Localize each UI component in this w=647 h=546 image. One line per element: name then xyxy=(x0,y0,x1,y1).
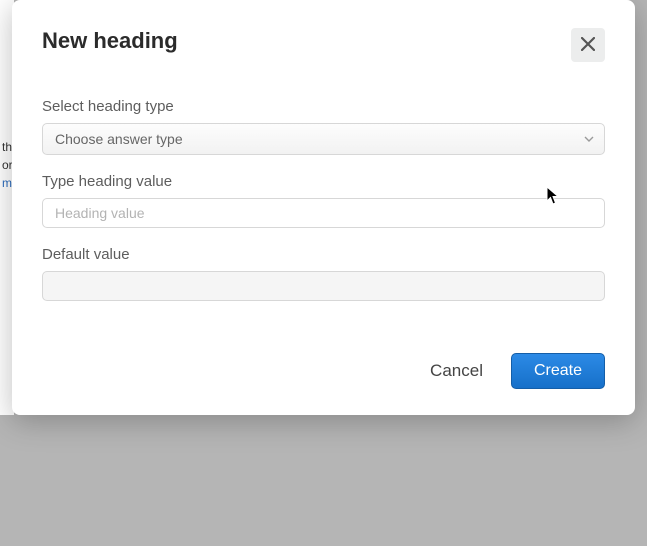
heading-value-input[interactable] xyxy=(42,198,605,228)
modal-footer: Cancel Create xyxy=(426,353,605,389)
bg-text: m xyxy=(2,176,12,190)
modal-body: Select heading type Choose answer type T… xyxy=(42,98,605,301)
close-button[interactable] xyxy=(571,28,605,62)
close-icon xyxy=(581,37,595,54)
default-value-group: Default value xyxy=(42,246,605,301)
default-value-input[interactable] xyxy=(42,271,605,301)
bg-text: th xyxy=(2,140,12,154)
heading-value-group: Type heading value xyxy=(42,173,605,228)
heading-type-label: Select heading type xyxy=(42,98,605,115)
heading-type-selected-value: Choose answer type xyxy=(55,131,183,147)
heading-value-label: Type heading value xyxy=(42,173,605,190)
modal-header: New heading xyxy=(42,28,605,62)
chevron-down-icon xyxy=(584,136,594,142)
modal-title: New heading xyxy=(42,28,178,54)
heading-type-group: Select heading type Choose answer type xyxy=(42,98,605,155)
new-heading-modal: New heading Select heading type Choose a… xyxy=(12,0,635,415)
cancel-button[interactable]: Cancel xyxy=(426,353,487,389)
default-value-label: Default value xyxy=(42,246,605,263)
create-button[interactable]: Create xyxy=(511,353,605,389)
heading-type-select[interactable]: Choose answer type xyxy=(42,123,605,155)
